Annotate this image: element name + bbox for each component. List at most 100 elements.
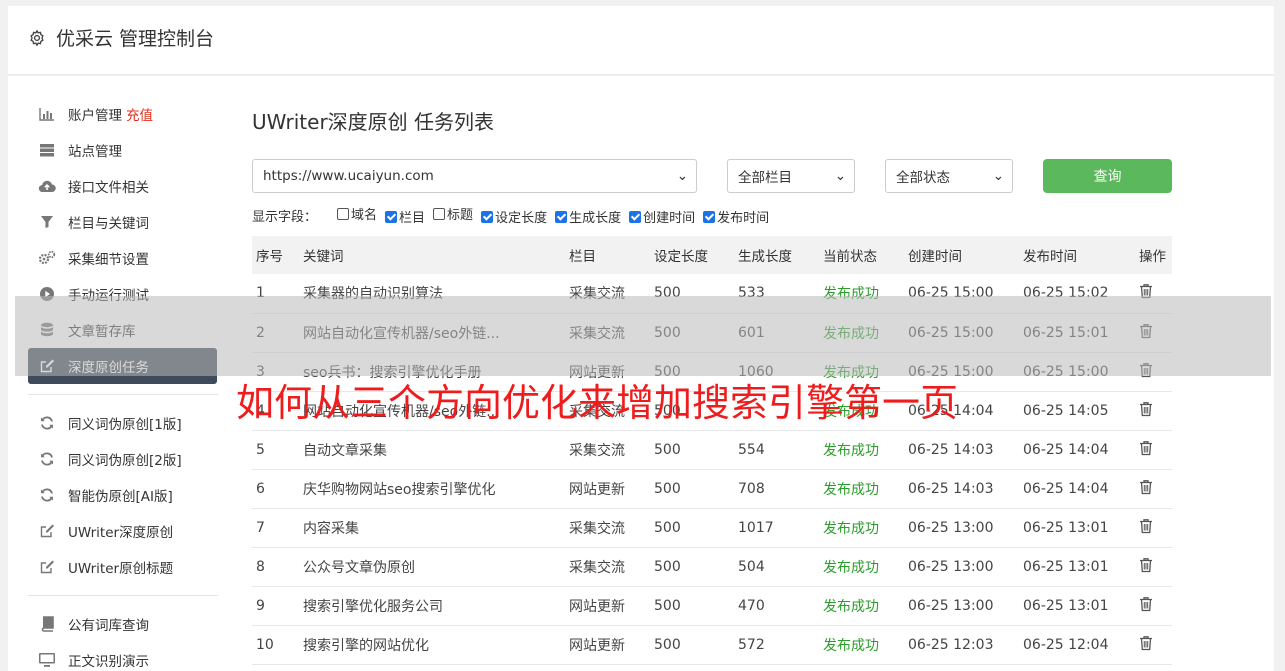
table-cell: 1017 — [734, 508, 819, 548]
status-cell: 发布成功 — [819, 508, 904, 548]
sidebar-item-label: 正文识别演示 — [68, 654, 149, 670]
table-cell: 470 — [734, 586, 819, 626]
field-checkbox[interactable]: 发布时间 — [703, 207, 769, 226]
column-header: 发布时间 — [1019, 236, 1135, 274]
recharge-link[interactable]: 充值 — [126, 104, 153, 124]
top-header: 优采云 管理控制台 — [8, 6, 1274, 75]
sidebar-item-label: UWriter原创标题 — [68, 561, 174, 577]
field-checkbox[interactable]: 栏目 — [385, 207, 425, 226]
table-row: 9 搜索引擎优化服务公司 网站更新 500 470 发布成功 06-25 13:00 06-2… — [252, 586, 1172, 626]
table-cell: 06-25 12:04 — [1019, 625, 1135, 665]
column-header: 设定长度 — [650, 236, 734, 274]
trash-icon[interactable] — [1135, 547, 1172, 587]
cloud-upload-icon — [38, 177, 56, 195]
chevron-down-icon: ⌄ — [992, 168, 1004, 184]
trash-icon[interactable] — [1135, 469, 1172, 509]
trash-icon[interactable] — [1135, 391, 1172, 431]
table-cell: 500 — [650, 430, 734, 470]
table-cell: 06-25 13:00 — [904, 586, 1019, 626]
sidebar-item[interactable]: 账户管理 充值 — [28, 96, 218, 132]
table-cell: 06-25 14:04 — [1019, 430, 1135, 470]
page-title: UWriter深度原创 任务列表 — [252, 110, 495, 134]
edit-icon — [38, 558, 56, 576]
field-checkbox[interactable]: 域名 — [337, 204, 377, 223]
sidebar-item-label: 采集细节设置 — [68, 252, 149, 268]
table-cell: 10 — [252, 625, 299, 665]
table-cell: 7 — [252, 508, 299, 548]
column-header: 栏目 — [565, 236, 650, 274]
trash-icon[interactable] — [1135, 625, 1172, 665]
sidebar-item-label: 站点管理 — [68, 144, 122, 160]
field-checkbox-label: 标题 — [447, 208, 474, 223]
table-row: 10 搜索引擎的网站优化 网站更新 500 572 发布成功 06-25 12:03 06-2… — [252, 625, 1172, 665]
sidebar-item[interactable]: UWriter深度原创 — [28, 513, 218, 549]
table-cell: 500 — [650, 469, 734, 509]
table-cell: 06-25 13:01 — [1019, 508, 1135, 548]
table-cell: 采集交流 — [565, 430, 650, 470]
sidebar-item-label: 接口文件相关 — [68, 180, 149, 196]
sidebar-item-label: 账户管理 — [68, 108, 122, 124]
table-cell: 708 — [734, 469, 819, 509]
status-cell: 发布成功 — [819, 586, 904, 626]
query-button[interactable]: 查询 — [1043, 159, 1172, 193]
column-select-value: 全部栏目 — [738, 170, 792, 186]
status-cell: 发布成功 — [819, 469, 904, 509]
trash-icon[interactable] — [1135, 508, 1172, 548]
field-checkbox-label: 发布时间 — [717, 211, 770, 226]
site-select[interactable]: https://www.ucaiyun.com ⌄ — [252, 159, 697, 193]
refresh-icon — [38, 450, 56, 468]
field-checkbox[interactable]: 生成长度 — [555, 207, 621, 226]
sidebar-item[interactable]: UWriter原创标题 — [28, 549, 218, 585]
column-select[interactable]: 全部栏目 ⌄ — [727, 159, 855, 193]
sidebar-item[interactable]: 接口文件相关 — [28, 168, 218, 204]
sidebar-item[interactable]: 同义词伪原创[2版] — [28, 441, 218, 477]
sidebar-item-label: 同义词伪原创[2版] — [68, 453, 182, 469]
server-icon — [38, 141, 56, 159]
field-checkbox[interactable]: 设定长度 — [481, 207, 547, 226]
table-cell: 06-25 13:00 — [904, 547, 1019, 587]
status-select-value: 全部状态 — [896, 170, 950, 186]
trash-icon[interactable] — [1135, 586, 1172, 626]
table-cell: 06-25 14:05 — [1019, 391, 1135, 431]
status-select[interactable]: 全部状态 ⌄ — [885, 159, 1013, 193]
checkbox-checked-icon — [703, 210, 716, 223]
table-cell: 5 — [252, 430, 299, 470]
sidebar-item-label: 栏目与关键词 — [68, 216, 149, 232]
brand: 优采云 管理控制台 — [28, 24, 214, 51]
field-checkbox-label: 创建时间 — [643, 211, 696, 226]
table-row: 5 自动文章采集 采集交流 500 554 发布成功 06-25 14:03 06-25 14… — [252, 430, 1172, 470]
field-checkbox-label: 设定长度 — [495, 211, 548, 226]
sidebar-item[interactable]: 栏目与关键词 — [28, 204, 218, 240]
field-checkbox[interactable]: 标题 — [433, 204, 473, 223]
trash-icon[interactable] — [1135, 430, 1172, 470]
column-header: 关键词 — [299, 236, 565, 274]
sidebar-item[interactable]: 公有词库查询 — [28, 606, 218, 642]
table-cell: 500 — [650, 508, 734, 548]
field-checkbox-label: 域名 — [351, 208, 378, 223]
column-header: 当前状态 — [819, 236, 904, 274]
sidebar-item[interactable]: 同义词伪原创[1版] — [28, 405, 218, 441]
bar-chart-icon — [38, 105, 56, 123]
field-checkbox[interactable]: 创建时间 — [629, 207, 695, 226]
sidebar-item[interactable]: 正文识别演示 — [28, 642, 218, 671]
table-cell: 572 — [734, 625, 819, 665]
sidebar-item[interactable]: 智能伪原创[AI版] — [28, 477, 218, 513]
table-cell: 06-25 14:03 — [904, 430, 1019, 470]
table-cell: 500 — [650, 547, 734, 587]
sidebar-item-label: 智能伪原创[AI版] — [68, 489, 173, 505]
sidebar-item-label: UWriter深度原创 — [68, 525, 174, 541]
chevron-down-icon: ⌄ — [676, 168, 688, 184]
overlay-title: 如何从三个方向优化来增加搜索引擎第一页 — [236, 381, 959, 425]
table-row: 7 内容采集 采集交流 500 1017 发布成功 06-25 13:00 06-25 13:… — [252, 508, 1172, 548]
table-cell: 公众号文章伪原创 — [299, 547, 565, 587]
sidebar-item[interactable]: 采集细节设置 — [28, 240, 218, 276]
table-cell: 8 — [252, 547, 299, 587]
sidebar-item[interactable]: 站点管理 — [28, 132, 218, 168]
sidebar: 账户管理充值站点管理接口文件相关栏目与关键词采集细节设置手动运行测试文章暂存库深… — [28, 96, 218, 671]
filter-icon — [38, 213, 56, 231]
table-cell: 06-25 13:01 — [1019, 547, 1135, 587]
display-fields-label: 显示字段： — [252, 209, 318, 225]
table-cell: 500 — [650, 625, 734, 665]
table-cell: 内容采集 — [299, 508, 565, 548]
chevron-down-icon: ⌄ — [834, 168, 846, 184]
